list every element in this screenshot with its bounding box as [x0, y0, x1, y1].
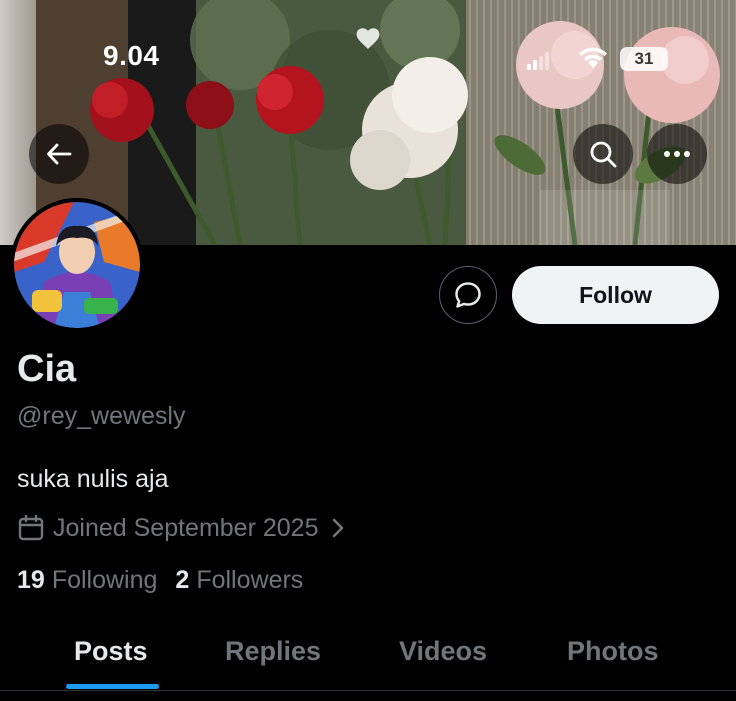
- joined-date-row[interactable]: Joined September 2025: [17, 512, 346, 544]
- back-button[interactable]: [29, 124, 89, 184]
- calendar-icon: [18, 514, 44, 541]
- search-icon: [590, 141, 617, 168]
- following-stat[interactable]: 19 Following: [17, 566, 157, 595]
- tab-photos[interactable]: Photos: [567, 636, 659, 667]
- tab-replies[interactable]: Replies: [225, 636, 321, 667]
- tab-posts[interactable]: Posts: [74, 636, 148, 667]
- profile-tabs: Posts Replies Videos Photos: [0, 620, 736, 692]
- active-tab-indicator: [66, 684, 159, 689]
- more-button[interactable]: [647, 124, 707, 184]
- tab-videos[interactable]: Videos: [399, 636, 487, 667]
- avatar-image: [14, 202, 140, 328]
- arrow-left-icon: [47, 143, 72, 165]
- followers-count: 2: [175, 566, 190, 594]
- followers-stat[interactable]: 2 Followers: [175, 566, 303, 595]
- bio-text: suka nulis aja: [17, 465, 169, 493]
- search-button[interactable]: [573, 124, 633, 184]
- battery-indicator: 31: [620, 47, 668, 71]
- status-time: 9.04: [103, 40, 160, 71]
- follow-button[interactable]: Follow: [512, 266, 719, 324]
- display-name: Cia: [17, 348, 77, 390]
- follow-stats: 19 Following 2 Followers: [17, 566, 303, 595]
- following-count: 19: [17, 566, 45, 594]
- joined-date: Joined September 2025: [53, 513, 319, 542]
- wifi-icon: [579, 47, 607, 68]
- heart-icon: [356, 28, 380, 49]
- signal-icon: [527, 52, 549, 70]
- chat-bubble-icon: [455, 282, 481, 308]
- more-horizontal-icon: [664, 151, 690, 157]
- avatar[interactable]: [10, 198, 144, 332]
- followers-label: Followers: [196, 566, 304, 594]
- tabs-divider: [0, 690, 736, 691]
- chevron-right-icon: [333, 518, 344, 538]
- message-button[interactable]: [439, 266, 497, 324]
- username-handle: @rey_wewesly: [17, 402, 186, 430]
- following-label: Following: [51, 566, 158, 594]
